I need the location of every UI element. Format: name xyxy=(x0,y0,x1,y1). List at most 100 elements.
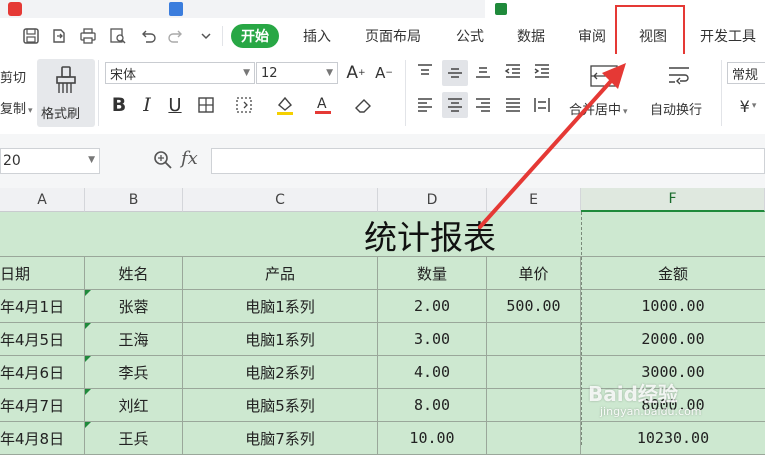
save-icon[interactable] xyxy=(21,26,41,46)
header-cell-name[interactable]: 姓名 xyxy=(85,257,183,290)
svg-text:A: A xyxy=(317,96,327,112)
cell-quantity[interactable]: 8.00 xyxy=(378,389,487,422)
header-cell-price[interactable]: 单价 xyxy=(487,257,581,290)
export-icon[interactable] xyxy=(49,26,69,46)
font-name-select[interactable]: 宋体 ▼ xyxy=(105,62,255,84)
cell-date[interactable]: 年4月6日 xyxy=(0,356,85,389)
column-header-c[interactable]: C xyxy=(183,188,378,212)
wrap-text-icon[interactable] xyxy=(664,62,694,90)
eraser-icon[interactable] xyxy=(350,92,376,118)
name-box-value: 20 xyxy=(3,153,21,169)
cell-date[interactable]: 年4月7日 xyxy=(0,389,85,422)
error-indicator-icon xyxy=(85,356,91,362)
chevron-down-icon: ▼ xyxy=(243,68,250,78)
tab-review[interactable]: 审阅 xyxy=(578,22,606,50)
align-middle-icon[interactable] xyxy=(442,60,468,86)
align-top-icon[interactable] xyxy=(414,60,436,82)
cell-name[interactable]: 王海 xyxy=(85,323,183,356)
chevron-down-icon: ▼ xyxy=(88,155,95,165)
header-cell-date[interactable]: 日期 xyxy=(0,257,85,290)
header-cell-product[interactable]: 产品 xyxy=(183,257,378,290)
cell-quantity[interactable]: 3.00 xyxy=(378,323,487,356)
tab-home[interactable]: 开始 xyxy=(231,24,279,48)
fx-icon[interactable]: fx xyxy=(181,148,198,169)
font-shrink-icon[interactable]: A − xyxy=(373,62,395,84)
tab-insert[interactable]: 插入 xyxy=(303,22,331,50)
cell-product[interactable]: 电脑2系列 xyxy=(183,356,378,389)
wrap-text-label: 自动换行 xyxy=(650,103,703,118)
doc-tab-2[interactable] xyxy=(155,0,486,18)
cell-quantity[interactable]: 4.00 xyxy=(378,356,487,389)
column-header-b[interactable]: B xyxy=(85,188,183,212)
cell-product[interactable]: 电脑1系列 xyxy=(183,290,378,323)
tab-formulas[interactable]: 公式 xyxy=(456,22,484,50)
cell-name[interactable]: 刘红 xyxy=(85,389,183,422)
cell-date[interactable]: 年4月1日 xyxy=(0,290,85,323)
page-break-line xyxy=(581,212,582,445)
divider xyxy=(405,60,406,126)
cell-date[interactable]: 年4月5日 xyxy=(0,323,85,356)
italic-icon[interactable]: I xyxy=(136,93,158,117)
cell-product[interactable]: 电脑5系列 xyxy=(183,389,378,422)
cell-price[interactable] xyxy=(487,422,581,455)
font-size-value: 12 xyxy=(261,65,278,81)
header-cell-amount[interactable]: 金额 xyxy=(581,257,765,290)
divider xyxy=(98,60,99,126)
cell-quantity[interactable]: 10.00 xyxy=(378,422,487,455)
fill-pattern-icon[interactable] xyxy=(232,94,256,116)
tab-page-layout[interactable]: 页面布局 xyxy=(365,22,421,50)
watermark-url: jingyan.baidu.com xyxy=(600,405,702,418)
fill-color-icon[interactable] xyxy=(272,92,298,118)
header-cell-quantity[interactable]: 数量 xyxy=(378,257,487,290)
font-name-value: 宋体 xyxy=(110,67,137,83)
cell-price[interactable] xyxy=(487,389,581,422)
cell-price[interactable]: 500.00 xyxy=(487,290,581,323)
font-color-icon[interactable]: A xyxy=(310,92,336,118)
doc-tab-1[interactable] xyxy=(0,0,156,18)
border-icon[interactable] xyxy=(194,94,218,116)
cell-price[interactable] xyxy=(487,356,581,389)
divider xyxy=(222,26,223,46)
cell-amount[interactable]: 2000.00 xyxy=(581,323,765,356)
copy-button[interactable]: 复制 ▾ xyxy=(0,98,33,117)
cell-date[interactable]: 年4月8日 xyxy=(0,422,85,455)
cell-price[interactable] xyxy=(487,323,581,356)
bold-icon[interactable]: B xyxy=(108,93,130,117)
align-center-icon[interactable] xyxy=(442,92,468,118)
underline-icon[interactable]: U xyxy=(164,93,186,117)
font-grow-icon[interactable]: A + xyxy=(345,62,367,84)
undo-icon[interactable] xyxy=(138,26,158,46)
zoom-icon[interactable] xyxy=(152,149,174,175)
annotation-arrow xyxy=(478,63,626,229)
cell-name[interactable]: 王兵 xyxy=(85,422,183,455)
font-size-select[interactable]: 12 ▼ xyxy=(256,62,338,84)
divider xyxy=(721,60,722,126)
quick-access-menu-icon[interactable] xyxy=(196,26,216,46)
print-icon[interactable] xyxy=(78,26,98,46)
name-box[interactable]: 20 ▼ xyxy=(0,148,100,174)
currency-format-button[interactable]: ¥ ▾ xyxy=(733,95,763,117)
error-indicator-icon xyxy=(85,323,91,329)
cell-name[interactable]: 张蓉 xyxy=(85,290,183,323)
wrap-text-button[interactable]: 自动换行 xyxy=(650,99,702,118)
tab-developer[interactable]: 开发工具 xyxy=(700,22,756,50)
brush-icon xyxy=(53,65,79,99)
error-indicator-icon xyxy=(85,290,91,296)
cell-product[interactable]: 电脑1系列 xyxy=(183,323,378,356)
wps-logo-icon xyxy=(8,2,22,16)
format-painter-button[interactable]: 格式刷 xyxy=(37,59,95,127)
cut-button[interactable]: 剪切 xyxy=(0,67,26,86)
error-indicator-icon xyxy=(85,422,91,428)
redo-icon[interactable] xyxy=(166,26,186,46)
number-format-select[interactable]: 常规 xyxy=(727,62,765,84)
copy-label: 复制 xyxy=(0,102,27,117)
cell-name[interactable]: 李兵 xyxy=(85,356,183,389)
cell-product[interactable]: 电脑7系列 xyxy=(183,422,378,455)
align-left-icon[interactable] xyxy=(414,94,436,116)
print-preview-icon[interactable] xyxy=(108,26,128,46)
cell-quantity[interactable]: 2.00 xyxy=(378,290,487,323)
column-header-a[interactable]: A xyxy=(0,188,85,212)
tab-data[interactable]: 数据 xyxy=(517,22,545,50)
cell-amount[interactable]: 1000.00 xyxy=(581,290,765,323)
currency-icon: ¥ xyxy=(739,96,750,116)
